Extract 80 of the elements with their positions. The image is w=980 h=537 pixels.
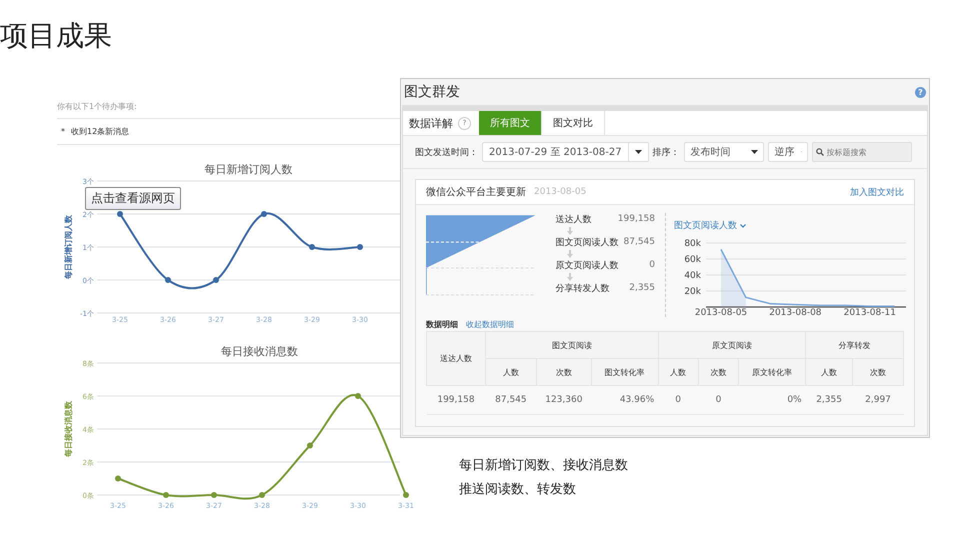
todo-header: 你有以下1个待办事项: [57, 101, 137, 112]
date-range-field[interactable]: 2013-07-29 至 2013-08-27 [482, 142, 649, 162]
funnel-value: 0 [649, 260, 655, 270]
chart-title: 每日新增订阅人数 [204, 163, 292, 176]
sort-label: 排序： [652, 146, 680, 158]
data-point [163, 492, 169, 498]
table-cell: 0 [658, 386, 698, 414]
table-cell: 0 [698, 386, 739, 414]
data-point [403, 492, 409, 498]
tick-label: 20k [684, 287, 701, 297]
table-cell: 2,997 [852, 386, 904, 414]
metric-dropdown[interactable]: 图文页阅读人数 [674, 219, 914, 232]
sort-field-select[interactable]: 发布时间 [684, 142, 764, 162]
funnel-label: 送达人数 [555, 214, 592, 226]
column-header: 送达人数 [426, 332, 486, 386]
tick-label: 2013-08-08 [769, 308, 822, 317]
column-group-header: 原文页阅读 [658, 332, 806, 358]
table-cell: 199,158 [426, 386, 486, 414]
column-header: 次数 [698, 358, 739, 386]
card-title: 微信公众平台主要更新 [426, 186, 526, 199]
bullet-marker: * [61, 127, 65, 136]
funnel-label: 图文页阅读人数 [555, 236, 618, 248]
funnel-value: 2,355 [629, 283, 655, 293]
data-point [259, 492, 265, 498]
column-header: 人数 [806, 358, 853, 386]
data-point [211, 492, 217, 498]
add-compare-link[interactable]: 加入图文对比 [850, 186, 904, 198]
search-field[interactable]: 按标题搜索 [812, 142, 912, 162]
data-point [117, 211, 123, 217]
data-point [357, 244, 363, 250]
todo-item[interactable]: 收到12条新消息 [71, 126, 130, 137]
data-point [261, 211, 267, 217]
view-source-tooltip[interactable]: 点击查看源网页 [85, 187, 181, 210]
table-cell: 43.96% [591, 386, 658, 414]
column-header: 原文转化率 [738, 358, 806, 386]
tick-label: 60k [684, 255, 701, 265]
down-arrow-icon [567, 250, 574, 258]
axis-title: 每日接收消息数 [64, 401, 73, 457]
table-cell: 123,360 [536, 386, 592, 414]
column-header: 人数 [658, 358, 698, 386]
data-point [309, 244, 315, 250]
data-point [355, 393, 361, 399]
page-title: 项目成果 [0, 18, 112, 54]
data-point [213, 277, 219, 283]
table-cell: 87,545 [485, 386, 536, 414]
data-point [115, 476, 121, 482]
column-header: 次数 [852, 358, 904, 386]
tick-label: 2013-08-11 [844, 308, 896, 317]
column-header: 次数 [536, 358, 592, 386]
card-date: 2013-08-05 [534, 187, 586, 197]
funnel-value: 199,158 [618, 214, 655, 224]
sort-order-select[interactable]: 逆序 [768, 142, 808, 162]
data-point [165, 277, 171, 283]
column-group-header: 分享转发 [806, 332, 904, 358]
caption-line: 推送阅读数、转发数 [459, 481, 577, 498]
funnel-label: 原文页阅读人数 [555, 260, 618, 272]
column-header: 人数 [485, 358, 536, 386]
funnel-value: 87,545 [624, 237, 655, 247]
tab[interactable]: 所有图文 [479, 111, 542, 135]
section-label: 数据详解 [408, 116, 453, 132]
tick-label: 40k [684, 271, 701, 281]
details-label: 数据明细 [426, 318, 458, 330]
caption-line: 每日新增订阅数、接收消息数 [459, 457, 628, 474]
collapse-details-link[interactable]: 收起数据明细 [466, 318, 514, 330]
tick-label: 80k [684, 239, 701, 249]
column-header: 图文转化率 [591, 358, 658, 386]
column-group-header: 图文页阅读 [485, 332, 658, 358]
table-cell: 2,355 [806, 386, 853, 414]
window-title: 图文群发 [404, 83, 460, 101]
axis-title: 每日新增订阅人数 [64, 215, 73, 279]
table-cell: 0% [738, 386, 806, 414]
down-arrow-icon [567, 272, 574, 280]
funnel-label: 分享转发人数 [555, 282, 610, 294]
chart-title: 每日接收消息数 [221, 345, 298, 358]
date-label: 图文发送时间： [415, 146, 478, 158]
down-arrow-icon [567, 226, 574, 234]
tick-label: 2013-08-05 [694, 308, 748, 317]
area-shading [721, 249, 746, 307]
chevron-icon [740, 224, 746, 228]
data-point [307, 442, 313, 448]
